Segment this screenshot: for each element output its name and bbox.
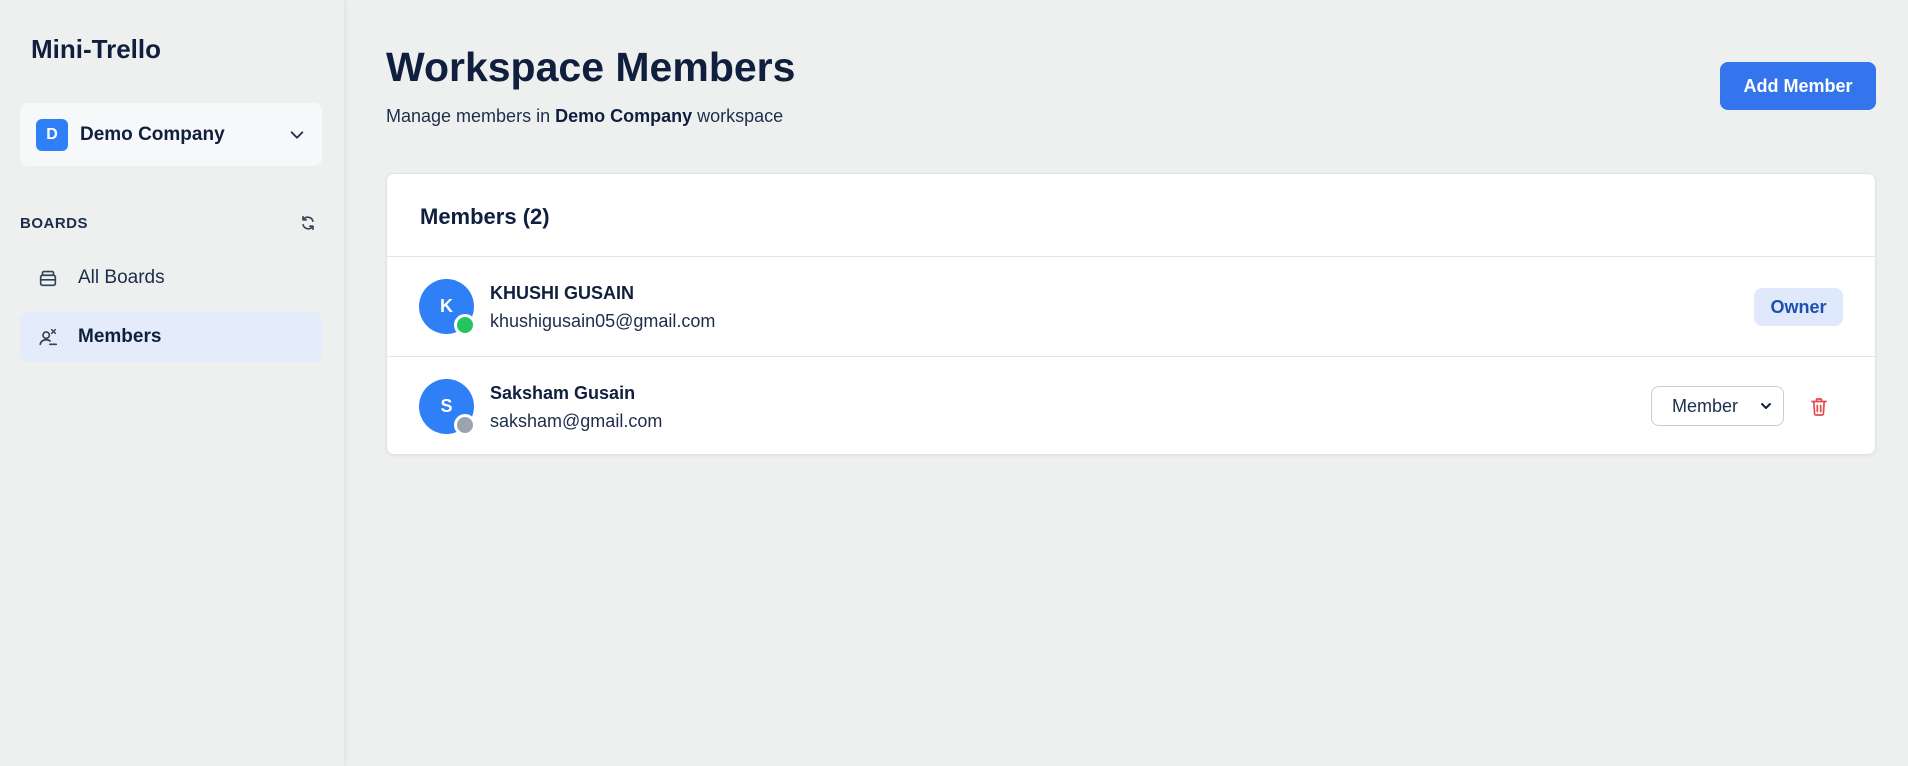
boards-section-label: BOARDS <box>20 215 89 232</box>
sidebar: Mini-Trello D Demo Company BOARDS All Bo… <box>0 0 345 766</box>
member-row: S Saksham Gusain saksham@gmail.com Membe… <box>387 357 1875 456</box>
sidebar-item-members[interactable]: Members <box>20 312 322 362</box>
workspace-switcher[interactable]: D Demo Company <box>20 103 322 166</box>
chevron-down-icon <box>1761 403 1771 409</box>
member-name: Saksham Gusain <box>490 383 636 403</box>
offline-status-dot <box>454 414 476 436</box>
member-email: khushigusain05@gmail.com <box>490 311 716 331</box>
member-row: K KHUSHI GUSAIN khushigusain05@gmail.com… <box>387 257 1875 356</box>
trash-icon[interactable] <box>1810 397 1828 417</box>
members-card: Members (2) K KHUSHI GUSAIN khushigusain… <box>386 173 1876 455</box>
page-subtitle: Manage members in Demo Company workspace <box>386 106 783 127</box>
subtitle-suffix: workspace <box>692 106 784 126</box>
role-badge-owner: Owner <box>1754 288 1843 326</box>
role-select[interactable]: Member <box>1651 386 1784 426</box>
user-add-icon <box>39 328 58 346</box>
board-stack-icon <box>39 270 57 287</box>
subtitle-workspace-name: Demo Company <box>555 106 693 126</box>
role-select-value: Member <box>1672 395 1739 416</box>
sidebar-item-label: All Boards <box>78 267 165 288</box>
workspace-name: Demo Company <box>80 123 225 145</box>
online-status-dot <box>454 314 476 336</box>
page-title: Workspace Members <box>386 44 796 90</box>
member-email: saksham@gmail.com <box>490 411 663 431</box>
workspace-avatar: D <box>36 118 68 151</box>
add-member-button[interactable]: Add Member <box>1720 62 1876 110</box>
members-card-title: Members (2) <box>420 204 550 229</box>
app-title: Mini-Trello <box>31 34 161 64</box>
member-name: KHUSHI GUSAIN <box>490 283 635 303</box>
chevron-down-icon <box>290 130 304 139</box>
sidebar-item-label: Members <box>78 326 162 347</box>
sidebar-item-all-boards[interactable]: All Boards <box>20 253 322 303</box>
subtitle-prefix: Manage members in <box>386 106 556 126</box>
refresh-icon[interactable] <box>299 214 317 232</box>
